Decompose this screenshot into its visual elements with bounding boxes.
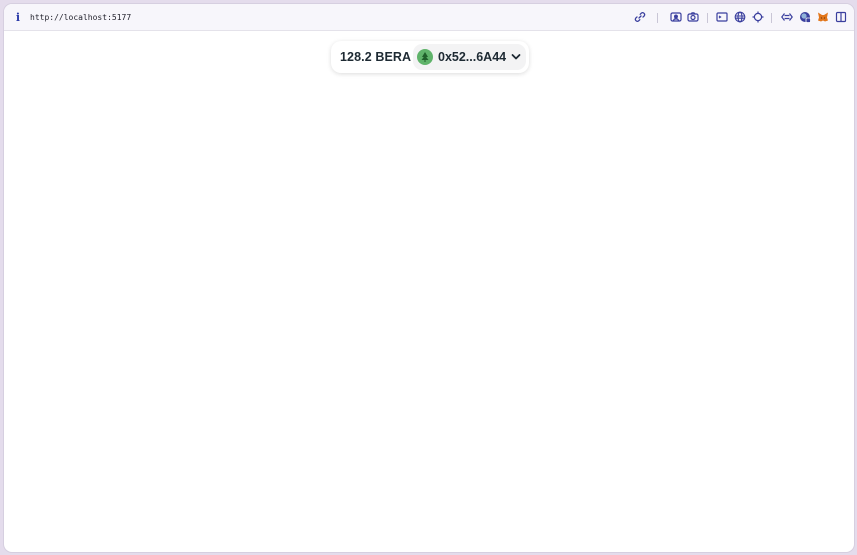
wallet-connect-pill: 128.2 BERA 0x52...6A44: [331, 41, 529, 73]
browser-window: i http://localhost:5177 128.2 BERA 0x52.…: [4, 4, 854, 552]
chevron-down-icon: [511, 54, 521, 60]
tree-avatar-icon: [417, 49, 433, 65]
profile-icon[interactable]: [798, 10, 812, 24]
code-icon[interactable]: [780, 10, 794, 24]
toolbar-icons: [4, 10, 854, 25]
screenshot-icon[interactable]: [669, 10, 683, 24]
toolbar-separator: [707, 13, 708, 23]
metamask-fox-icon[interactable]: [816, 10, 830, 24]
toolbar-separator: [771, 13, 772, 23]
wallet-balance: 128.2 BERA: [340, 50, 412, 64]
toolbar-separator: [657, 13, 658, 23]
globe-icon[interactable]: [733, 10, 747, 24]
sidebar-icon[interactable]: [834, 10, 848, 24]
camera-icon[interactable]: [686, 10, 700, 24]
browser-toolbar: i http://localhost:5177: [4, 4, 854, 31]
terminal-icon[interactable]: [715, 10, 729, 24]
account-button[interactable]: 0x52...6A44: [413, 44, 526, 70]
crosshair-icon[interactable]: [751, 10, 765, 24]
wallet-address: 0x52...6A44: [438, 50, 507, 64]
link-icon[interactable]: [633, 10, 647, 24]
